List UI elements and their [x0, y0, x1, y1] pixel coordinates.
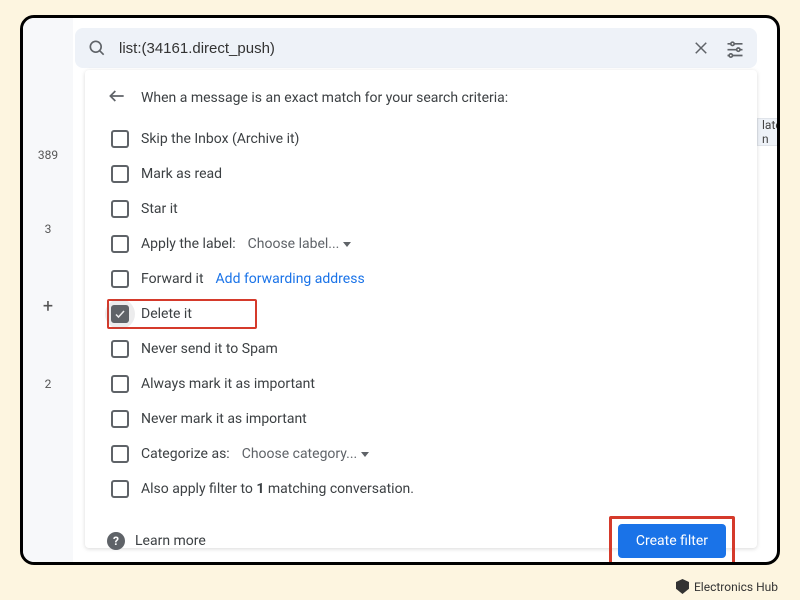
- shield-icon: [676, 579, 689, 594]
- filter-options: Skip the Inbox (Archive it) Mark as read…: [107, 124, 735, 504]
- option-mark-read: Mark as read: [107, 159, 735, 189]
- checkbox-categorize[interactable]: [111, 445, 129, 463]
- search-icon: [85, 36, 109, 60]
- checkbox-apply-label[interactable]: [111, 235, 129, 253]
- sidebar-add-button[interactable]: +: [23, 296, 73, 317]
- option-categorize: Categorize as: Choose category...: [107, 439, 735, 469]
- label-forward: Forward it: [141, 271, 204, 287]
- clear-icon[interactable]: [689, 36, 713, 60]
- sidebar-count-1[interactable]: 389: [23, 148, 73, 162]
- learn-more-label: Learn more: [135, 533, 206, 549]
- option-always-important: Always mark it as important: [107, 369, 735, 399]
- chevron-down-icon: [343, 242, 351, 247]
- checkbox-skip-inbox[interactable]: [111, 130, 129, 148]
- watermark-text: Electronics Hub: [694, 580, 778, 594]
- help-icon: ?: [107, 532, 125, 550]
- apply-label-value: Choose label...: [248, 236, 340, 252]
- background-label-row: latest n: [757, 118, 777, 146]
- checkbox-forward[interactable]: [111, 270, 129, 288]
- option-apply-label: Apply the label: Choose label...: [107, 229, 735, 259]
- checkbox-never-important[interactable]: [111, 410, 129, 428]
- search-bar: [75, 28, 757, 68]
- label-star: Star it: [141, 201, 178, 217]
- app-frame: 389 3 + 2 latest n When a message is an …: [20, 15, 780, 565]
- apply-label-dropdown[interactable]: Choose label...: [248, 236, 352, 252]
- label-never-important: Never mark it as important: [141, 411, 307, 427]
- checkbox-always-important[interactable]: [111, 375, 129, 393]
- search-input[interactable]: [119, 40, 679, 57]
- label-skip-inbox: Skip the Inbox (Archive it): [141, 131, 299, 147]
- categorize-dropdown[interactable]: Choose category...: [242, 446, 370, 462]
- option-star: Star it: [107, 194, 735, 224]
- watermark: Electronics Hub: [676, 579, 778, 594]
- option-forward: Forward it Add forwarding address: [107, 264, 735, 294]
- categorize-value: Choose category...: [242, 446, 358, 462]
- checkbox-never-spam[interactable]: [111, 340, 129, 358]
- chevron-down-icon: [361, 452, 369, 457]
- create-filter-highlight: Create filter: [609, 516, 735, 565]
- back-arrow-icon[interactable]: [107, 86, 127, 110]
- left-sidebar: 389 3 + 2: [23, 18, 73, 562]
- panel-title: When a message is an exact match for you…: [141, 90, 508, 106]
- option-also-apply: Also apply filter to 1 matching conversa…: [107, 474, 735, 504]
- option-delete: Delete it: [107, 299, 257, 329]
- label-also-apply: Also apply filter to 1 matching conversa…: [141, 481, 414, 497]
- option-never-spam: Never send it to Spam: [107, 334, 735, 364]
- add-forwarding-link[interactable]: Add forwarding address: [216, 271, 365, 287]
- label-delete: Delete it: [141, 306, 192, 322]
- sidebar-count-3[interactable]: 2: [23, 377, 73, 391]
- sidebar-count-2[interactable]: 3: [23, 222, 73, 236]
- search-options-icon[interactable]: [723, 36, 747, 60]
- learn-more-link[interactable]: ? Learn more: [107, 532, 206, 550]
- option-never-important: Never mark it as important: [107, 404, 735, 434]
- panel-header: When a message is an exact match for you…: [107, 86, 735, 110]
- checkbox-mark-read[interactable]: [111, 165, 129, 183]
- checkbox-star[interactable]: [111, 200, 129, 218]
- label-apply-label: Apply the label:: [141, 236, 236, 252]
- label-always-important: Always mark it as important: [141, 376, 315, 392]
- create-filter-button[interactable]: Create filter: [618, 524, 726, 558]
- option-skip-inbox: Skip the Inbox (Archive it): [107, 124, 735, 154]
- label-never-spam: Never send it to Spam: [141, 341, 278, 357]
- label-mark-read: Mark as read: [141, 166, 222, 182]
- filter-panel: When a message is an exact match for you…: [85, 70, 757, 548]
- label-categorize: Categorize as:: [141, 446, 230, 462]
- checkbox-delete[interactable]: [111, 305, 129, 323]
- panel-footer: ? Learn more Create filter: [107, 516, 735, 565]
- checkbox-also-apply[interactable]: [111, 480, 129, 498]
